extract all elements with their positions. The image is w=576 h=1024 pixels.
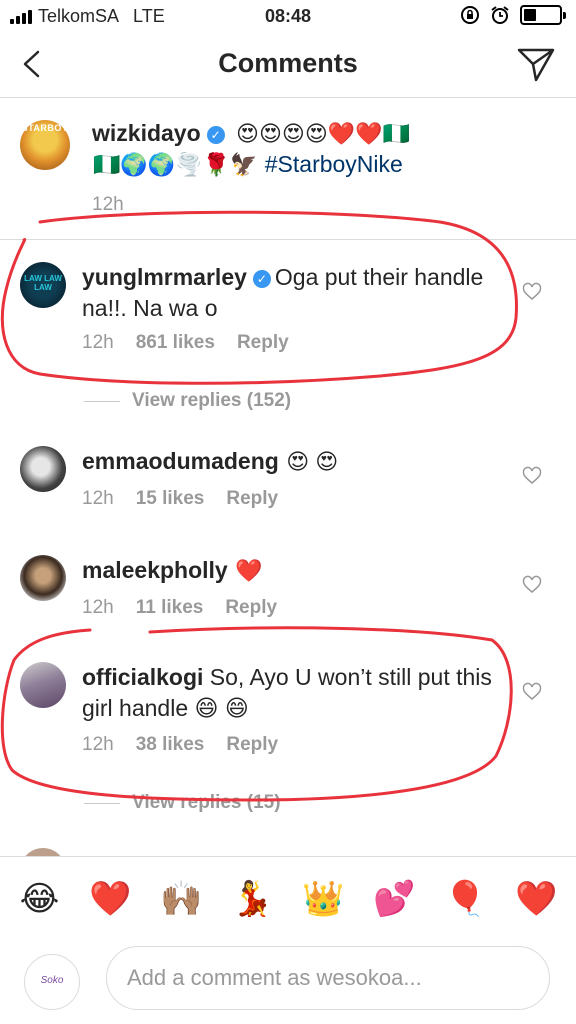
likes-count[interactable]: 38 likes	[136, 734, 205, 756]
status-bar: TelkomSA LTE 08:48	[0, 0, 576, 34]
emoji-quick-button[interactable]: ❤️	[83, 879, 139, 919]
likes-count[interactable]: 11 likes	[136, 597, 204, 619]
emoji-quick-button[interactable]: ❤️	[509, 879, 565, 919]
caption-text: wizkidayo ✓ 😍😍😍😍❤️❤️🇳🇬 🇳🇬🌍🌍🌪️🌹🦅 #StarboyN…	[92, 118, 552, 180]
comment-meta: 12h 861 likes Reply	[82, 332, 289, 354]
verified-badge-icon: ✓	[252, 270, 271, 288]
likes-count[interactable]: 861 likes	[136, 332, 215, 354]
heart-icon[interactable]	[522, 466, 542, 486]
avatar: Soko	[24, 954, 80, 1010]
avatar-label: LAW LAW LAW	[24, 274, 62, 292]
verified-badge-icon: ✓	[206, 126, 225, 144]
paper-plane-icon[interactable]	[516, 46, 556, 84]
emoji-quick-button[interactable]: 🎈	[438, 879, 494, 919]
view-replies-label: View replies (152)	[132, 390, 292, 411]
comment-username[interactable]: emmaodumadeng	[82, 448, 279, 474]
caption-username[interactable]: wizkidayo	[92, 120, 201, 146]
comment-body: yunglmrmarley ✓ Oga put their handle na!!.…	[82, 262, 502, 324]
avatar[interactable]	[20, 662, 66, 708]
emoji-quick-bar: 😂 ❤️ 🙌🏽 💃 👑 💕 🎈 ❤️	[0, 856, 576, 940]
comment-timestamp: 12h	[82, 332, 114, 353]
hashtag-link[interactable]: #StarboyNike	[265, 151, 403, 177]
status-right	[460, 5, 566, 25]
rotation-lock-icon	[461, 6, 479, 24]
reply-button[interactable]: Reply	[237, 332, 289, 354]
reply-button[interactable]: Reply	[225, 597, 277, 619]
view-replies-button[interactable]: View replies (152)	[84, 390, 291, 412]
avatar[interactable]	[20, 555, 66, 601]
battery-icon	[520, 5, 566, 25]
comment-meta: 12h 11 likes Reply	[82, 597, 277, 619]
comment-meta: 12h 15 likes Reply	[82, 488, 278, 510]
comment-timestamp: 12h	[82, 597, 114, 618]
comment-text: ❤️	[235, 558, 263, 583]
avatar[interactable]: LAW LAW LAW	[20, 262, 66, 308]
comment-body: emmaodumadeng 😍 😍	[82, 446, 502, 477]
avatar-label: STARBOY	[21, 123, 69, 133]
avatar[interactable]	[20, 446, 66, 492]
comment-input[interactable]	[106, 946, 550, 1010]
caption-timestamp: 12h	[92, 194, 124, 215]
heart-icon[interactable]	[522, 282, 542, 302]
post-caption: STARBOY wizkidayo ✓ 😍😍😍😍❤️❤️🇳🇬 🇳🇬🌍🌍🌪️🌹🦅 #…	[0, 98, 576, 240]
emoji-quick-button[interactable]: 😂	[12, 879, 68, 919]
emoji-quick-button[interactable]: 👑	[296, 879, 352, 919]
comment-body: maleekpholly ❤️	[82, 555, 502, 586]
heart-icon[interactable]	[522, 575, 542, 595]
top-nav: Comments	[0, 34, 576, 98]
comment-username[interactable]: yunglmrmarley	[82, 264, 247, 290]
comment-timestamp: 12h	[82, 734, 114, 755]
view-replies-button[interactable]: View replies (15)	[84, 792, 281, 814]
likes-count[interactable]: 15 likes	[136, 488, 205, 510]
emoji-quick-button[interactable]: 🙌🏽	[154, 879, 210, 919]
comment-username[interactable]: maleekpholly	[82, 557, 228, 583]
avatar-label: Soko	[40, 975, 64, 986]
heart-icon[interactable]	[522, 682, 542, 702]
comment-timestamp: 12h	[82, 488, 114, 509]
alarm-icon	[491, 6, 509, 24]
comment-text: 😍 😍	[286, 449, 339, 474]
view-replies-label: View replies (15)	[132, 792, 281, 813]
partial-comment	[0, 842, 576, 856]
page-title: Comments	[218, 48, 358, 78]
comment-username[interactable]: officialkogi	[82, 664, 203, 690]
comment-meta: 12h 38 likes Reply	[82, 734, 278, 756]
comment-composer: Soko	[0, 940, 576, 1024]
emoji-quick-button[interactable]: 💕	[367, 879, 423, 919]
reply-button[interactable]: Reply	[226, 488, 278, 510]
reply-button[interactable]: Reply	[226, 734, 278, 756]
avatar[interactable]: STARBOY	[20, 120, 70, 170]
divider	[84, 802, 120, 804]
battery-level	[524, 9, 536, 21]
avatar	[20, 848, 66, 856]
emoji-quick-button[interactable]: 💃	[225, 879, 281, 919]
divider	[84, 400, 120, 402]
comment-body: officialkogi So, Ayo U won’t still put t…	[82, 662, 502, 724]
caption-emojis-2: 🇳🇬🌍🌍🌪️🌹🦅	[93, 152, 258, 177]
caption-emojis-1: 😍😍😍😍❤️❤️🇳🇬	[236, 121, 410, 146]
